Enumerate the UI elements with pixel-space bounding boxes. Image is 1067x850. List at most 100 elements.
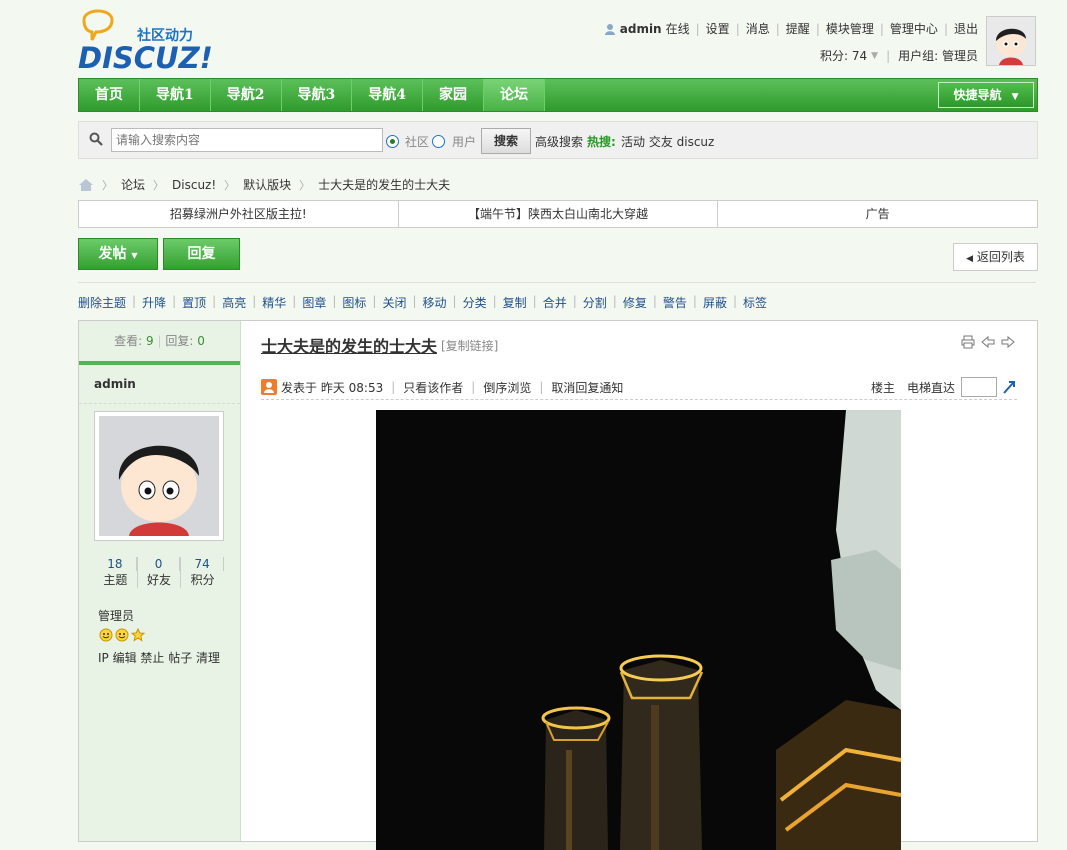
- mod-bump[interactable]: 升降: [142, 294, 166, 311]
- mod-sticky[interactable]: 置顶: [182, 294, 206, 311]
- radio-community[interactable]: [386, 135, 399, 148]
- reply-button[interactable]: 回复: [163, 238, 240, 270]
- quick-nav-label: 快捷导航: [953, 88, 1002, 102]
- admin-center-link[interactable]: 管理中心: [890, 20, 938, 37]
- friends-label: 好友: [147, 573, 172, 587]
- jump-label: 电梯直达: [906, 380, 955, 395]
- radio-user[interactable]: [432, 135, 445, 148]
- breadcrumb-thread[interactable]: 士大夫是的发生的士大夫: [318, 176, 450, 193]
- mod-merge[interactable]: 合并: [543, 294, 567, 311]
- mod-stamp[interactable]: 图章: [302, 294, 326, 311]
- usergroup-link[interactable]: 用户组: 管理员: [898, 47, 978, 64]
- settings-link[interactable]: 设置: [706, 20, 730, 37]
- chevron-down-icon: ▼: [1011, 92, 1019, 102]
- thread-stats: 查看: 9 | 回复: 0: [79, 321, 240, 365]
- site-logo[interactable]: 社区动力 DISCUZ!: [78, 4, 218, 75]
- hot-search-label: 热搜:: [587, 135, 616, 149]
- reverse-order-link[interactable]: 倒序浏览: [483, 379, 531, 396]
- mod-digest[interactable]: 精华: [262, 294, 286, 311]
- notices-link[interactable]: 提醒: [786, 20, 810, 37]
- online-user-icon: [261, 379, 277, 395]
- search-button[interactable]: 搜索: [481, 128, 531, 154]
- post-time: 发表于 昨天 08:53: [281, 380, 384, 395]
- mod-tag[interactable]: 标签: [743, 294, 767, 311]
- mod-copy[interactable]: 复制: [503, 294, 527, 311]
- breadcrumb: 〉论坛 〉 Discuz! 〉默认版块 〉士大夫是的发生的士大夫: [78, 176, 450, 193]
- topics-count: 18: [94, 557, 137, 571]
- mod-category[interactable]: 分类: [463, 294, 487, 311]
- points-stat[interactable]: 74 积分: [181, 557, 225, 588]
- points-count: 74: [181, 557, 225, 571]
- only-author-link[interactable]: 只看该作者: [403, 379, 463, 396]
- nav-home[interactable]: 首页: [79, 79, 140, 111]
- next-thread-icon[interactable]: [1001, 335, 1015, 349]
- author-admin-links[interactable]: IP 编辑 禁止 帖子 清理: [98, 649, 220, 666]
- post-meta: 发表于 昨天 08:53 | 只看该作者 | 倒序浏览 | 取消回复通知 楼主 电梯直…: [261, 375, 1017, 400]
- announcement-item[interactable]: 招募绿洲户外社区版主拉!: [79, 201, 399, 227]
- star-icon: [131, 628, 145, 642]
- jump-floor-input[interactable]: [961, 377, 997, 397]
- breadcrumb-forum[interactable]: 论坛: [121, 176, 145, 193]
- user-credits: 积分: 74 ▼ | 用户组: 管理员: [820, 47, 978, 64]
- author-name[interactable]: admin: [79, 365, 240, 404]
- mod-icon[interactable]: 图标: [342, 294, 366, 311]
- back-to-list-button[interactable]: ◀ 返回列表: [953, 243, 1038, 271]
- copy-link-button[interactable]: [复制链接]: [441, 337, 498, 354]
- author-avatar[interactable]: [94, 411, 224, 541]
- mod-warn[interactable]: 警告: [663, 294, 687, 311]
- quick-nav-button[interactable]: 快捷导航 ▼: [938, 82, 1034, 108]
- hot-search-words[interactable]: 活动 交友 discuz: [621, 133, 714, 150]
- author-group[interactable]: 管理员: [98, 607, 134, 624]
- chevron-down-icon[interactable]: ▼: [871, 51, 878, 61]
- new-post-button[interactable]: 发帖 ▼: [78, 238, 158, 270]
- username-link[interactable]: admin: [620, 22, 662, 36]
- divider: [78, 282, 1036, 283]
- nav-1[interactable]: 导航1: [140, 79, 211, 111]
- floor-jump: 楼主 电梯直达: [871, 377, 1017, 397]
- advanced-search-link[interactable]: 高级搜索: [535, 133, 583, 150]
- smile-icon: [99, 628, 113, 642]
- post-image[interactable]: [376, 410, 901, 850]
- messages-link[interactable]: 消息: [746, 20, 770, 37]
- credits-link[interactable]: 积分: 74: [820, 47, 867, 64]
- nav-3[interactable]: 导航3: [282, 79, 353, 111]
- mod-delete[interactable]: 删除主题: [78, 294, 126, 311]
- author-counts: 18 主题 0 好友 74 积分: [94, 557, 225, 588]
- announcement-item[interactable]: 广告: [718, 201, 1037, 227]
- breadcrumb-board[interactable]: 默认版块: [243, 176, 291, 193]
- top-avatar[interactable]: [986, 16, 1036, 66]
- cancel-notify-link[interactable]: 取消回复通知: [551, 379, 623, 396]
- back-to-list-label: 返回列表: [976, 250, 1025, 264]
- breadcrumb-discuz[interactable]: Discuz!: [172, 178, 216, 192]
- mod-highlight[interactable]: 高亮: [222, 294, 246, 311]
- nav-forum[interactable]: 论坛: [484, 79, 545, 111]
- module-manage-link[interactable]: 模块管理: [826, 20, 874, 37]
- go-arrow-icon[interactable]: [1001, 379, 1017, 395]
- moderation-toolbar: 删除主题 | 升降 | 置顶 | 高亮 | 精华 | 图章 | 图标 | 关闭 | 移动 | 分类…: [78, 294, 768, 311]
- topics-stat[interactable]: 18 主题: [94, 557, 138, 588]
- friends-count: 0: [138, 557, 181, 571]
- post-container: 查看: 9 | 回复: 0 admin 18 主题 0 好友 74 积分 管理员: [78, 320, 1038, 850]
- nav-2[interactable]: 导航2: [211, 79, 282, 111]
- nav-4[interactable]: 导航4: [352, 79, 423, 111]
- user-toolbar: admin 在线 | 设置 | 消息 | 提醒 | 模块管理 | 管理中心 | 退出: [604, 20, 978, 37]
- mod-repair[interactable]: 修复: [623, 294, 647, 311]
- home-icon[interactable]: [78, 178, 94, 192]
- new-post-label: 发帖: [98, 246, 127, 262]
- friends-stat[interactable]: 0 好友: [138, 557, 182, 588]
- print-icon[interactable]: [961, 335, 975, 349]
- rank-icons: [99, 628, 145, 642]
- thread-title[interactable]: 士大夫是的发生的士大夫: [261, 333, 437, 357]
- mod-ban[interactable]: 屏蔽: [703, 294, 727, 311]
- mod-move[interactable]: 移动: [423, 294, 447, 311]
- mod-split[interactable]: 分割: [583, 294, 607, 311]
- mod-close[interactable]: 关闭: [382, 294, 406, 311]
- author-sidebar: 查看: 9 | 回复: 0 admin 18 主题 0 好友 74 积分 管理员: [79, 321, 241, 841]
- previous-thread-icon[interactable]: [981, 335, 995, 349]
- search-input[interactable]: [111, 128, 383, 152]
- nav-home-space[interactable]: 家园: [423, 79, 484, 111]
- post-main: 士大夫是的发生的士大夫 [复制链接] 发表于 昨天 08:53 | 只看该作者 |…: [241, 321, 1037, 850]
- logout-link[interactable]: 退出: [954, 20, 978, 37]
- announcement-item[interactable]: 【端午节】陕西太白山南北大穿越: [399, 201, 719, 227]
- topics-label: 主题: [103, 573, 128, 587]
